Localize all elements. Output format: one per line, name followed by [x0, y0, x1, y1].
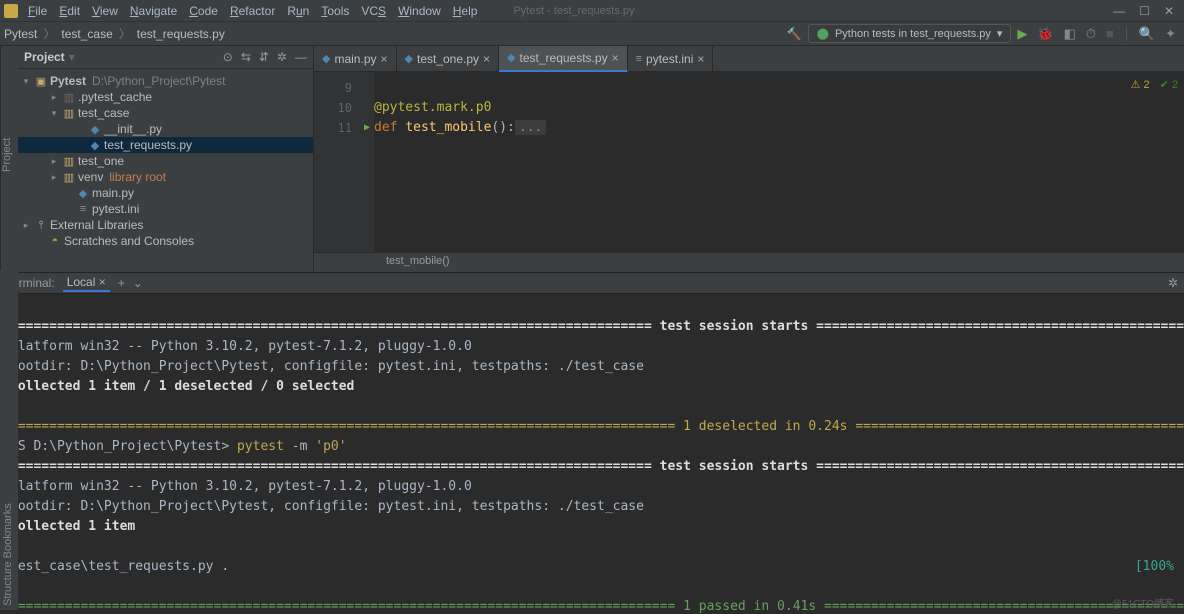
new-terminal-icon[interactable]: + [118, 276, 125, 290]
profile-icon[interactable]: ⏱ [1086, 26, 1096, 42]
project-tree[interactable]: ▾▣PytestD:\Python_Project\Pytest ▸▥.pyte… [18, 69, 313, 253]
debug-icon[interactable]: 🐞 [1037, 26, 1053, 42]
tab-main-py[interactable]: ◆main.py× [314, 46, 397, 72]
breadcrumb-root[interactable]: Pytest [4, 27, 37, 41]
terminal-more-icon[interactable]: ⌄ [133, 276, 143, 290]
project-header-title[interactable]: Project [24, 50, 65, 64]
close-tab-icon[interactable]: × [697, 52, 704, 66]
window-title: Pytest - test_requests.py [513, 5, 634, 17]
project-pane: Project ▾ ⊙ ⇆ ⇵ ✲ — ▾▣PytestD:\Python_Pr… [18, 46, 314, 272]
menu-bar: File Edit View Navigate Code Refactor Ru… [0, 0, 1184, 22]
scratches-consoles[interactable]: Scratches and Consoles [64, 234, 194, 248]
ok-icon[interactable]: ✔ 2 [1160, 78, 1178, 91]
close-tab-icon[interactable]: × [483, 52, 490, 66]
file-init-py[interactable]: __init__.py [104, 122, 162, 136]
tab-pytest-ini[interactable]: ≡pytest.ini× [628, 46, 714, 72]
expand-all-icon[interactable]: ⇆ [241, 50, 251, 64]
tab-test-requests-py[interactable]: ◆test_requests.py× [499, 46, 628, 72]
menu-vcs[interactable]: VCS [355, 2, 392, 20]
close-tab-icon[interactable]: × [99, 275, 106, 289]
build-icon[interactable]: 🔨 [787, 27, 802, 41]
editor-body[interactable]: 9 10 11 ▶ @pytest.mark.p0 def test_mobil… [314, 72, 1184, 252]
inspections-widget[interactable]: ⚠ 2 ✔ 2 [1131, 78, 1178, 91]
menu-refactor[interactable]: Refactor [224, 2, 281, 20]
run-configuration-dropdown[interactable]: ⬤ Python tests in test_requests.py ▾ [808, 24, 1012, 43]
structure-breadcrumb[interactable]: test_mobile() [314, 252, 1184, 272]
tab-test-one-py[interactable]: ◆test_one.py× [397, 46, 500, 72]
watermark: @51CTO博客 [1112, 595, 1174, 610]
warning-icon[interactable]: ⚠ 2 [1131, 78, 1150, 91]
close-icon[interactable]: ✕ [1164, 4, 1174, 18]
folder-pytest-cache[interactable]: .pytest_cache [78, 90, 152, 104]
hide-icon[interactable]: — [295, 50, 307, 64]
editor-tabs: ◆main.py× ◆test_one.py× ◆test_requests.p… [314, 46, 1184, 72]
close-tab-icon[interactable]: × [612, 51, 619, 65]
stop-icon[interactable]: ■ [1106, 26, 1114, 41]
chevron-down-icon: ▾ [997, 27, 1003, 40]
breadcrumb-folder[interactable]: test_case [61, 27, 112, 41]
progress-pct: [100% [1135, 557, 1174, 577]
project-tool-tab[interactable]: Project [0, 46, 18, 272]
menu-window[interactable]: Window [392, 2, 447, 20]
select-opened-icon[interactable]: ⊙ [223, 50, 233, 64]
navigation-bar: Pytest 〉 test_case 〉 test_requests.py 🔨 … [0, 22, 1184, 46]
editor-gutter[interactable]: 9 10 11 ▶ [314, 72, 374, 252]
menu-tools[interactable]: Tools [315, 2, 355, 20]
project-root[interactable]: Pytest [50, 74, 86, 88]
file-test-requests-py[interactable]: test_requests.py [104, 138, 192, 152]
python-test-icon: ⬤ [817, 27, 829, 40]
menu-view[interactable]: View [86, 2, 124, 20]
menu-file[interactable]: File [22, 2, 53, 20]
code-area[interactable]: @pytest.mark.p0 def test_mobile():... [374, 72, 546, 252]
settings-icon[interactable]: ✲ [277, 50, 287, 64]
minimize-icon[interactable]: — [1113, 4, 1125, 18]
folded-region[interactable]: ... [515, 120, 546, 135]
terminal-header: Terminal: Local × + ⌄ ✲ [0, 272, 1184, 294]
menu-navigate[interactable]: Navigate [124, 2, 183, 20]
breadcrumb[interactable]: Pytest 〉 test_case 〉 test_requests.py [0, 25, 225, 42]
run-gutter-icon[interactable]: ▶ [364, 118, 370, 138]
terminal-body[interactable]: ========================================… [0, 294, 1184, 614]
editor-pane: ◆main.py× ◆test_one.py× ◆test_requests.p… [314, 46, 1184, 272]
app-logo [4, 4, 18, 18]
collapse-all-icon[interactable]: ⇵ [259, 50, 269, 64]
settings-icon[interactable]: ✦ [1165, 26, 1176, 42]
run-icon[interactable]: ▶ [1017, 26, 1027, 42]
menu-edit[interactable]: Edit [53, 2, 86, 20]
terminal-settings-icon[interactable]: ✲ [1168, 276, 1178, 290]
search-icon[interactable]: 🔍 [1139, 26, 1155, 42]
left-gutter-tabs[interactable]: Structure Bookmarks [0, 270, 18, 610]
menu-code[interactable]: Code [183, 2, 224, 20]
terminal-tab-local[interactable]: Local × [63, 274, 110, 292]
folder-test-case[interactable]: test_case [78, 106, 129, 120]
file-pytest-ini[interactable]: pytest.ini [92, 202, 139, 216]
chevron-down-icon[interactable]: ▾ [69, 50, 75, 64]
folder-venv[interactable]: venv [78, 170, 103, 184]
run-config-label: Python tests in test_requests.py [835, 28, 991, 40]
file-main-py[interactable]: main.py [92, 186, 134, 200]
maximize-icon[interactable]: ☐ [1139, 4, 1150, 18]
breadcrumb-file[interactable]: test_requests.py [137, 27, 225, 41]
close-tab-icon[interactable]: × [381, 52, 388, 66]
decorator: @pytest.mark.p0 [374, 100, 491, 115]
menu-help[interactable]: Help [447, 2, 484, 20]
coverage-icon[interactable]: ◧ [1064, 26, 1076, 42]
external-libraries[interactable]: External Libraries [50, 218, 143, 232]
folder-test-one[interactable]: test_one [78, 154, 124, 168]
menu-run[interactable]: Run [281, 2, 315, 20]
